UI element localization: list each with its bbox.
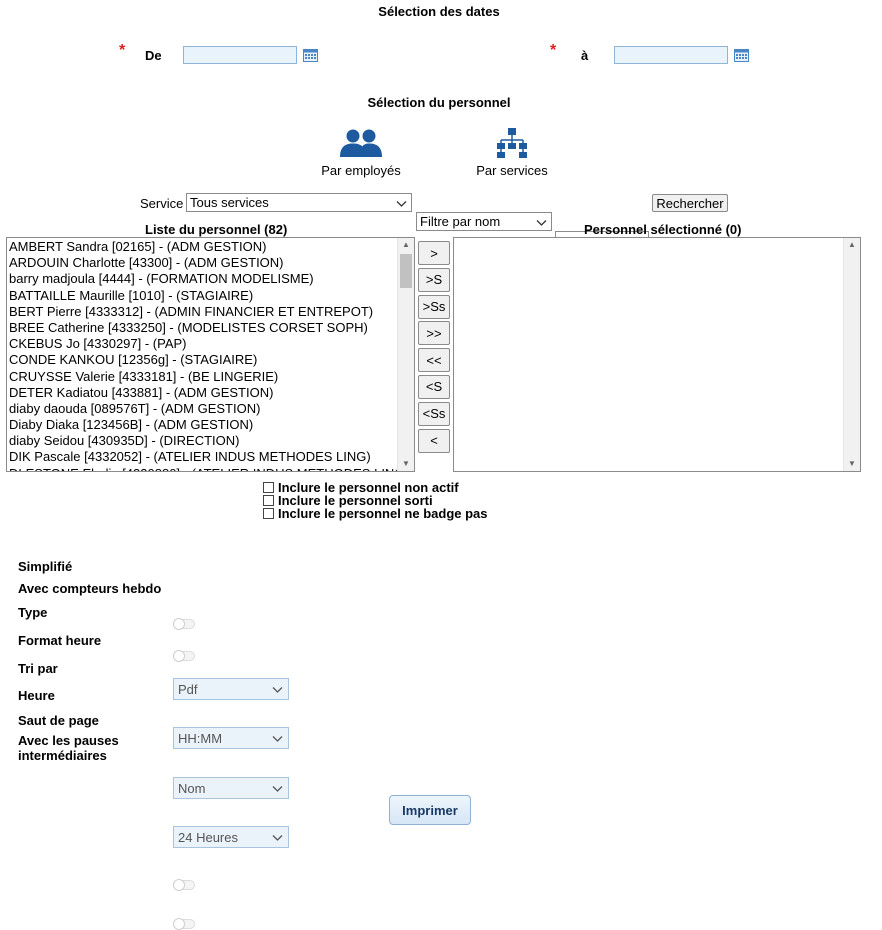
pauses-label-line2: intermédiaires [18,748,107,763]
search-button[interactable]: Rechercher [652,194,728,212]
personnel-list-item[interactable]: Diaby Diaka [123456B] - (ADM GESTION) [7,417,414,433]
include-nobadge-checkbox[interactable] [263,508,274,519]
service-label: Service [140,196,184,211]
chevron-down-icon [536,214,547,229]
to-calendar-icon[interactable] [734,48,749,65]
selected-list-scrollbar[interactable]: ▲ ▼ [843,238,860,471]
transfer-buttons: > >S >Ss >> << <S <Ss < [418,241,450,455]
personnel-list-item[interactable]: diaby daouda [089576T] - (ADM GESTION) [7,401,414,417]
to-label: à [581,48,589,63]
scrollbar-thumb[interactable] [400,254,412,288]
add-services-button[interactable]: >Ss [418,294,450,319]
include-inactive-checkbox[interactable] [263,482,274,493]
selected-list-title: Personnel sélectionné (0) [584,222,742,237]
personnel-list-item[interactable]: CKEBUS Jo [4330297] - (PAP) [7,336,414,352]
scroll-down-icon[interactable]: ▼ [844,457,860,471]
to-date-input[interactable] [614,46,728,64]
hierarchy-icon [470,128,554,160]
compteurs-toggle[interactable] [173,650,195,662]
by-services-option[interactable]: Par services [470,128,554,178]
include-left-checkbox[interactable] [263,495,274,506]
from-required-mark: * [119,42,126,59]
personnel-list-item[interactable]: DETER Kadiatou [433881] - (ADM GESTION) [7,385,414,401]
by-employees-option[interactable]: Par employés [318,128,404,178]
pauses-label: Avec les pauses intermédiaires [18,733,119,763]
personnel-list-scrollbar[interactable]: ▲ ▼ [397,238,414,471]
personnel-list-item[interactable]: BREE Catherine [4333250] - (MODELISTES C… [7,320,414,336]
include-options: Inclure le personnel non actif Inclure l… [263,480,488,521]
dates-section-title: Sélection des dates [378,4,500,19]
type-label: Type [18,605,48,620]
include-nobadge-row[interactable]: Inclure le personnel ne badge pas [263,506,488,521]
personnel-list: AMBERT Sandra [02165] - (ADM GESTION) ARD… [7,238,414,471]
chevron-down-icon [396,195,407,210]
service-select-value: Tous services [190,195,269,210]
saut-de-page-label: Saut de page [18,713,99,728]
remove-service-button[interactable]: <S [418,374,450,399]
pauses-label-line1: Avec les pauses [18,733,119,748]
add-all-button[interactable]: >> [418,321,450,346]
compteurs-label: Avec compteurs hebdo [18,581,162,596]
heure-label: Heure [18,688,55,703]
print-button[interactable]: Imprimer [389,795,471,825]
remove-all-button[interactable]: << [418,348,450,373]
add-one-button[interactable]: > [418,241,450,265]
type-select-value: Pdf [178,681,198,697]
service-select[interactable]: Tous services [186,193,412,212]
personnel-list-item[interactable]: CRUYSSE Valerie [4333181] - (BE LINGERIE… [7,369,414,385]
from-calendar-icon[interactable] [303,48,318,65]
remove-one-button[interactable]: < [418,428,450,453]
scroll-down-icon[interactable]: ▼ [398,457,414,471]
scroll-up-icon[interactable]: ▲ [398,238,414,252]
toggle-knob [173,918,185,930]
chevron-down-icon [272,682,283,697]
by-employees-label: Par employés [321,163,401,178]
toggle-knob [173,618,185,630]
name-filter-select[interactable]: Filtre par nom [416,212,552,231]
chevron-down-icon [272,731,283,746]
to-required-mark: * [550,42,557,59]
simplifie-label: Simplifié [18,559,73,574]
personnel-list-item[interactable]: CONDE KANKOU [12356g] - (STAGIAIRE) [7,352,414,368]
toggle-knob [173,650,185,662]
name-filter-value: Filtre par nom [420,214,501,229]
include-nobadge-label: Inclure le personnel ne badge pas [278,506,488,521]
personnel-list-item[interactable]: barry madjoula [4444] - (FORMATION MODEL… [7,271,414,287]
personnel-list-title: Liste du personnel (82) [145,222,288,237]
tri-par-value: Nom [178,780,206,796]
selected-listbox[interactable]: ▲ ▼ [453,237,861,472]
personnel-list-item[interactable]: AMBERT Sandra [02165] - (ADM GESTION) [7,239,414,255]
format-heure-value: HH:MM [178,730,223,746]
personnel-section-title: Sélection du personnel [367,95,511,110]
add-service-button[interactable]: >S [418,267,450,292]
chevron-down-icon [272,781,283,796]
personnel-list-item[interactable]: ARDOUIN Charlotte [43300] - (ADM GESTION… [7,255,414,271]
scroll-up-icon[interactable]: ▲ [844,238,860,252]
pauses-toggle[interactable] [173,918,195,930]
personnel-list-item[interactable]: diaby Seidou [430935D] - (DIRECTION) [7,433,414,449]
simplifie-toggle[interactable] [173,618,195,630]
chevron-down-icon [272,830,283,845]
by-services-label: Par services [476,163,548,178]
heure-select-value: 24 Heures [178,829,238,845]
personnel-listbox[interactable]: AMBERT Sandra [02165] - (ADM GESTION) ARD… [6,237,415,472]
format-heure-select[interactable]: HH:MM [173,727,289,749]
personnel-list-item[interactable]: DLESTONE Elodie [4330880] - (ATELIER IND… [7,466,414,471]
employees-icon [318,128,404,160]
tri-par-select[interactable]: Nom [173,777,289,799]
tri-par-label: Tri par [18,661,58,676]
from-date-input[interactable] [183,46,297,64]
personnel-list-item[interactable]: DIK Pascale [4332052] - (ATELIER INDUS M… [7,449,414,465]
format-heure-label: Format heure [18,633,102,648]
type-select[interactable]: Pdf [173,678,289,700]
toggle-knob [173,879,185,891]
remove-services-button[interactable]: <Ss [418,401,450,426]
personnel-list-item[interactable]: BERT Pierre [4333312] - (ADMIN FINANCIER… [7,304,414,320]
saut-de-page-toggle[interactable] [173,879,195,891]
personnel-list-item[interactable]: BATTAILLE Maurille [1010] - (STAGIAIRE) [7,288,414,304]
from-label: De [145,48,162,63]
